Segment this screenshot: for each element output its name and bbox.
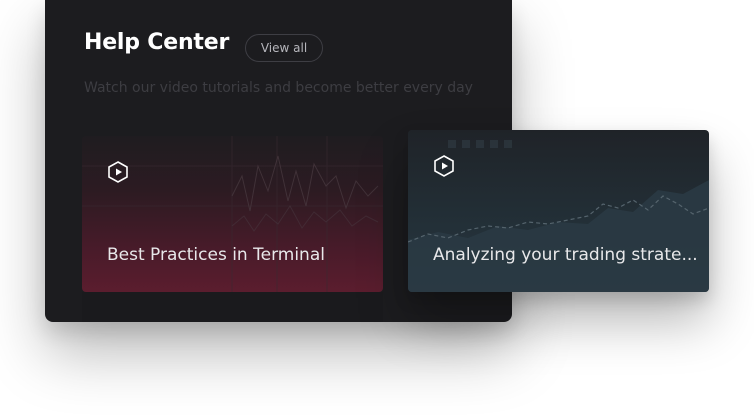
video-card-analyzing[interactable]: Analyzing your trading strate...	[408, 130, 709, 292]
card-reflection	[82, 292, 383, 322]
play-icon[interactable]	[433, 155, 455, 177]
view-all-button[interactable]: View all	[245, 34, 323, 62]
play-icon[interactable]	[107, 161, 129, 183]
help-center-title: Help Center	[84, 30, 230, 55]
video-card-title: Best Practices in Terminal	[107, 245, 325, 265]
chart-thumbnail	[82, 136, 383, 292]
video-card-best-practices[interactable]: Best Practices in Terminal	[82, 136, 383, 292]
video-card-title: Analyzing your trading strate...	[433, 245, 698, 265]
help-center-subtitle: Watch our video tutorials and become bet…	[84, 80, 473, 96]
